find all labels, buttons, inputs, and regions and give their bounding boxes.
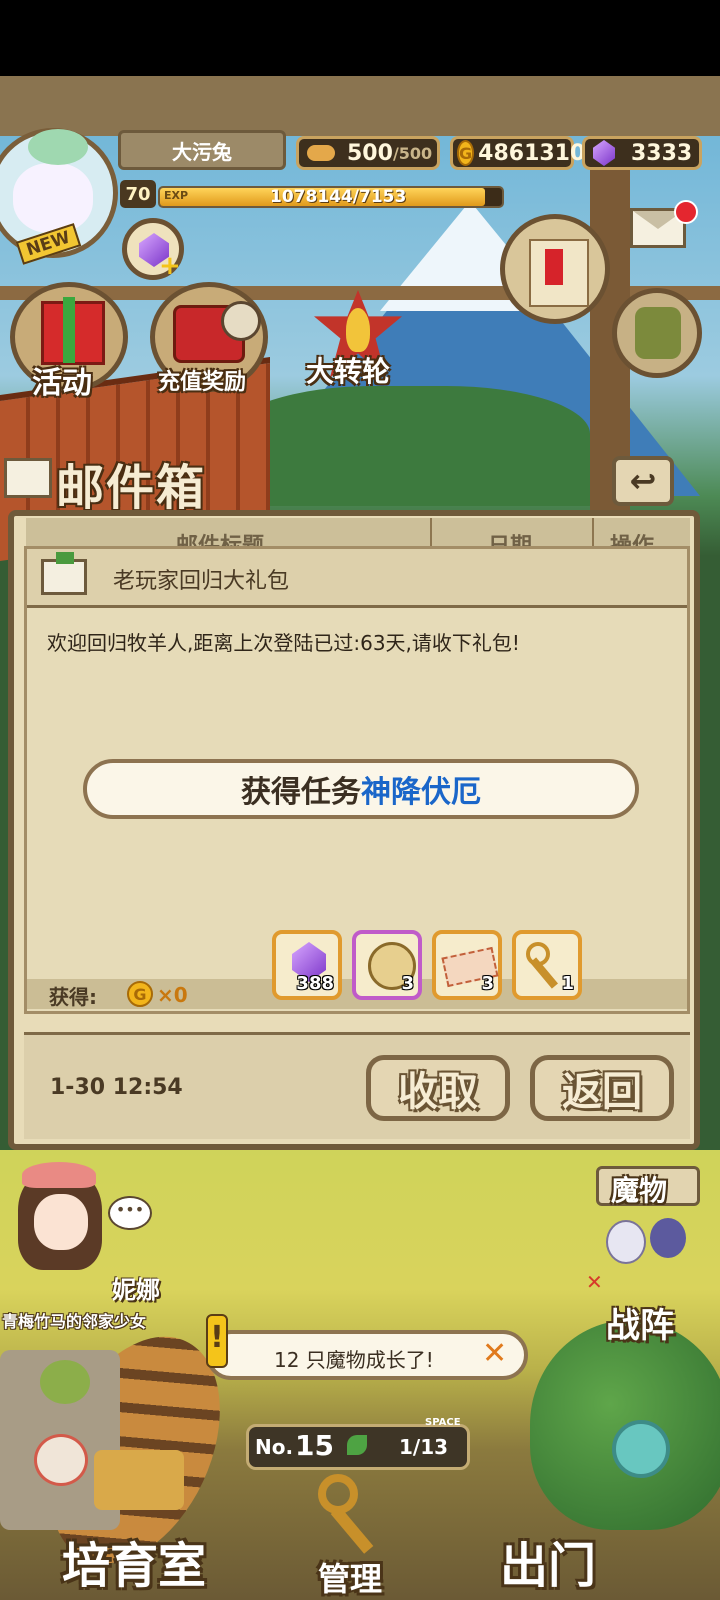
reward-item[interactable]: 3 [432,930,502,1000]
map-parchment-strip [0,76,720,136]
task-reward-banner: 获得任务 神降伏厄 [83,759,639,819]
forest [230,386,590,506]
exp-value: 1078144/7153 [270,187,407,207]
clock-icon [221,301,261,341]
return-button[interactable]: 返回 [530,1055,674,1121]
gift-envelope-icon [41,552,87,595]
exclamation-icon: ! [206,1314,228,1368]
avatar-hair [28,129,88,165]
mail-notification-dot [674,200,698,224]
formation-button[interactable]: 战阵 [606,1298,674,1347]
notification-text: 12 只魔物成长了! [274,1348,434,1372]
npc-nina-portrait[interactable] [0,1160,120,1310]
crossed-swords-icon: ✕ [586,1270,603,1294]
collect-button[interactable]: 收取 [366,1055,510,1121]
exp-label: EXP [164,189,189,202]
wheel-needle-icon [346,308,370,352]
monsters-label: 魔物 [611,1174,668,1207]
gain-gold-amount: ×0 [157,983,188,1007]
task-name: 神降伏厄 [361,775,481,810]
pen-number-prefix: No. [255,1435,294,1459]
avatar-face [13,163,93,233]
reward-item[interactable]: 1 [512,930,582,1000]
bread-icon [307,145,335,161]
task-prefix: 获得任务 [241,775,361,810]
leaf-icon [347,1435,367,1455]
status-bar-area [0,0,720,76]
mail-title: 邮件箱 [56,460,207,516]
gift-bow [56,552,74,564]
space-value: 1/13 [399,1435,449,1459]
reward-count: 1 [561,973,574,994]
pen-info-bar: No. 15 SPACE 1/13 [246,1417,470,1470]
npc-face [34,1194,88,1250]
key-shaft [330,1506,374,1554]
gain-label: 获得: [49,985,97,1009]
gold-value: 4861310 [478,140,586,166]
back-arrow-button[interactable]: ↩ [612,456,674,506]
gold-counter[interactable]: G 4861310 [450,136,585,170]
npc-name: 妮娜 [112,1276,160,1304]
quest-scroll-button[interactable] [500,214,610,324]
gem-value: 3333 [631,140,693,166]
stamina-counter[interactable]: 500 /500 [296,136,440,170]
plus-icon: + [159,251,181,281]
nursery-button[interactable]: 培育室 [62,1526,206,1596]
green-egg [40,1360,90,1404]
manage-label: 管理 [318,1560,383,1598]
gift-ribbon [63,297,75,363]
monsters-button[interactable]: 魔物 [596,1166,700,1207]
reward-item[interactable]: 3 [352,930,422,1000]
gem-counter[interactable]: 3333 [582,136,702,170]
player-name[interactable]: 大污兔 [118,130,286,170]
spiral-egg [34,1434,88,1486]
gold-coin-icon: G [457,140,475,166]
mail-body: 欢迎回归牧羊人,距离上次登陆已过:63天,请收下礼包! [47,631,520,655]
npc-subtitle: 青梅竹马的邻家少女 [2,1312,147,1331]
mail-subject-bar: 老玩家回归大礼包 [27,549,687,608]
monster-team-icons [600,1214,696,1274]
player-level: 70 [120,180,156,208]
mail-title-tab: 邮件箱 [4,448,264,516]
mail-subject: 老玩家回归大礼包 [113,569,290,594]
exclamation-icon [545,249,563,285]
growth-notification[interactable]: 12 只魔物成长了! ✕ [206,1330,528,1380]
manage-button[interactable]: 管理 [298,1474,414,1598]
reward-item[interactable]: 388 [272,930,342,1000]
mail-date: 1-30 12:54 [50,1075,183,1100]
monster-icon [650,1218,686,1258]
close-icon[interactable]: ✕ [482,1336,507,1371]
envelope-icon [4,458,52,498]
activity-label: 活动 [32,366,92,401]
npc-hat [22,1162,96,1188]
gold-coin-icon: G [127,981,153,1007]
speech-bubble-icon[interactable]: ••• [108,1196,152,1230]
stamina-value: 500 [347,140,393,166]
space-label: SPACE [425,1417,461,1428]
stamina-max: /500 [392,143,433,163]
portal-swirl-icon [612,1420,670,1478]
mail-panel: 邮件标题 日期 操作 老玩家回归大礼包 欢迎回归牧羊人,距离上次登陆已过:63天… [8,510,700,1150]
monster-icon [606,1220,646,1264]
backpack-button[interactable] [612,288,702,378]
purple-gem-icon [593,140,615,166]
exp-bar: EXP 1078144/7153 [158,186,504,208]
buy-gems-button[interactable]: + [122,218,184,281]
reward-count: 3 [401,973,414,994]
depart-button[interactable]: 出门 [500,1526,596,1596]
reward-count: 388 [296,973,334,994]
backpack-icon [635,307,681,359]
reward-count: 3 [481,973,494,994]
mail-action-bar: 1-30 12:54 收取 返回 [24,1032,690,1139]
pen-number: 15 [295,1429,334,1462]
recharge-reward-label: 充值奖励 [158,370,247,395]
big-wheel-label: 大转轮 [306,355,391,388]
hay-bale [94,1450,184,1510]
